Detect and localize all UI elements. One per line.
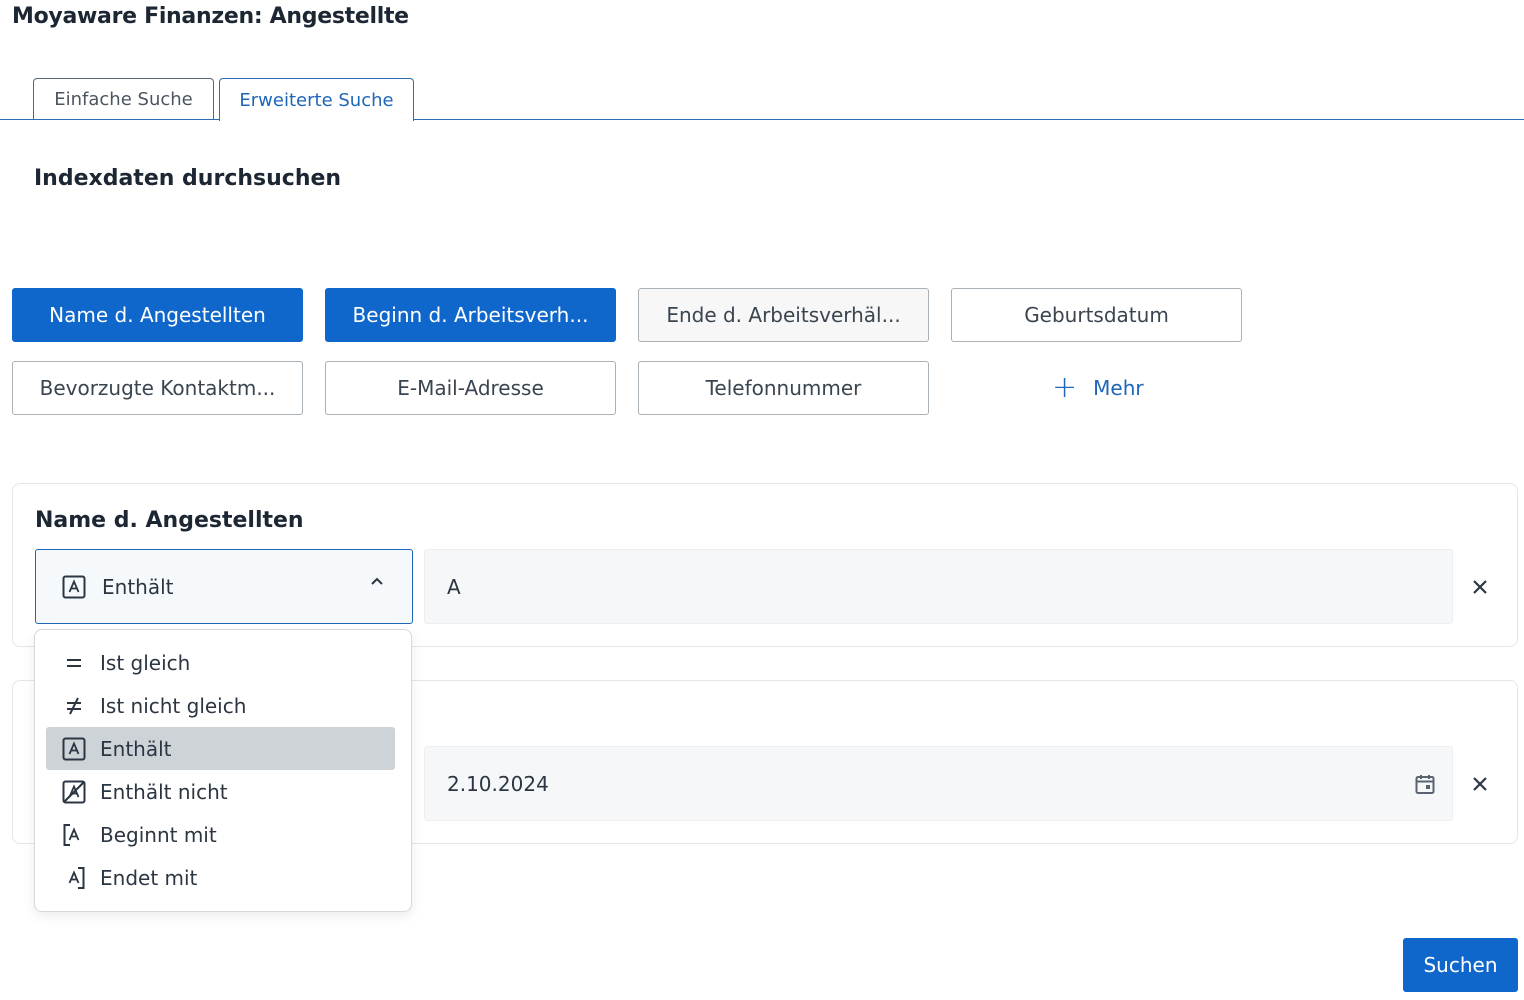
menu-item-label: Ist nicht gleich xyxy=(100,693,247,718)
date-value: 2.10.2024 xyxy=(447,771,549,796)
menu-item-contains[interactable]: Enthält xyxy=(46,727,395,770)
field-chip-email[interactable]: E-Mail-Adresse xyxy=(325,361,616,415)
field-chip-preferred-contact[interactable]: Bevorzugte Kontaktm... xyxy=(12,361,303,415)
starts-with-icon xyxy=(63,824,80,846)
contains-icon xyxy=(62,575,86,598)
field-chip-employment-end[interactable]: Ende d. Arbeitsverhäl... xyxy=(638,288,929,342)
menu-item-starts-with[interactable]: Beginnt mit xyxy=(46,813,395,856)
calendar-icon[interactable] xyxy=(1414,773,1436,795)
plus-icon: + xyxy=(1052,370,1078,405)
not-contains-icon xyxy=(62,780,86,804)
contains-icon xyxy=(62,737,86,761)
field-chip-birthdate[interactable]: Geburtsdatum xyxy=(951,288,1242,342)
operator-value: Enthält xyxy=(102,574,174,599)
filter-value-input[interactable]: A xyxy=(424,549,1453,624)
equals-icon xyxy=(67,659,81,667)
operator-dropdown-menu: Ist gleich Ist nicht gleich Enthält Enth… xyxy=(34,629,412,912)
menu-item-label: Enthält nicht xyxy=(100,779,228,804)
menu-item-not-contains[interactable]: Enthält nicht xyxy=(46,770,395,813)
field-chip-phone[interactable]: Telefonnummer xyxy=(638,361,929,415)
chevron-up-icon xyxy=(371,577,383,585)
close-icon[interactable] xyxy=(1469,773,1491,795)
tab-advanced-search[interactable]: Erweiterte Suche xyxy=(219,78,414,121)
operator-select[interactable]: Enthält xyxy=(35,549,413,624)
search-button[interactable]: Suchen xyxy=(1403,938,1518,992)
filter-card-employee-name: Name d. Angestellten Enthält A xyxy=(12,483,1518,647)
menu-item-equals[interactable]: Ist gleich xyxy=(46,641,395,684)
more-fields-button[interactable]: + Mehr xyxy=(1052,361,1144,415)
date-value-input[interactable]: 2.10.2024 xyxy=(424,746,1453,821)
menu-item-label: Ist gleich xyxy=(100,650,191,675)
tab-simple-search[interactable]: Einfache Suche xyxy=(33,78,214,120)
close-icon[interactable] xyxy=(1469,576,1491,598)
filter-title: Name d. Angestellten xyxy=(35,508,304,533)
not-equals-icon xyxy=(67,697,81,715)
section-heading: Indexdaten durchsuchen xyxy=(34,166,342,191)
menu-item-label: Endet mit xyxy=(100,865,198,890)
ends-with-icon xyxy=(68,867,85,889)
field-chip-employment-start[interactable]: Beginn d. Arbeitsverh... xyxy=(325,288,616,342)
menu-item-label: Beginnt mit xyxy=(100,822,217,847)
menu-item-label: Enthält xyxy=(100,736,172,761)
more-label: Mehr xyxy=(1093,376,1144,400)
app-title: Moyaware Finanzen: Angestellte xyxy=(12,4,409,29)
field-chip-employee-name[interactable]: Name d. Angestellten xyxy=(12,288,303,342)
menu-item-not-equals[interactable]: Ist nicht gleich xyxy=(46,684,395,727)
menu-item-ends-with[interactable]: Endet mit xyxy=(46,856,395,899)
